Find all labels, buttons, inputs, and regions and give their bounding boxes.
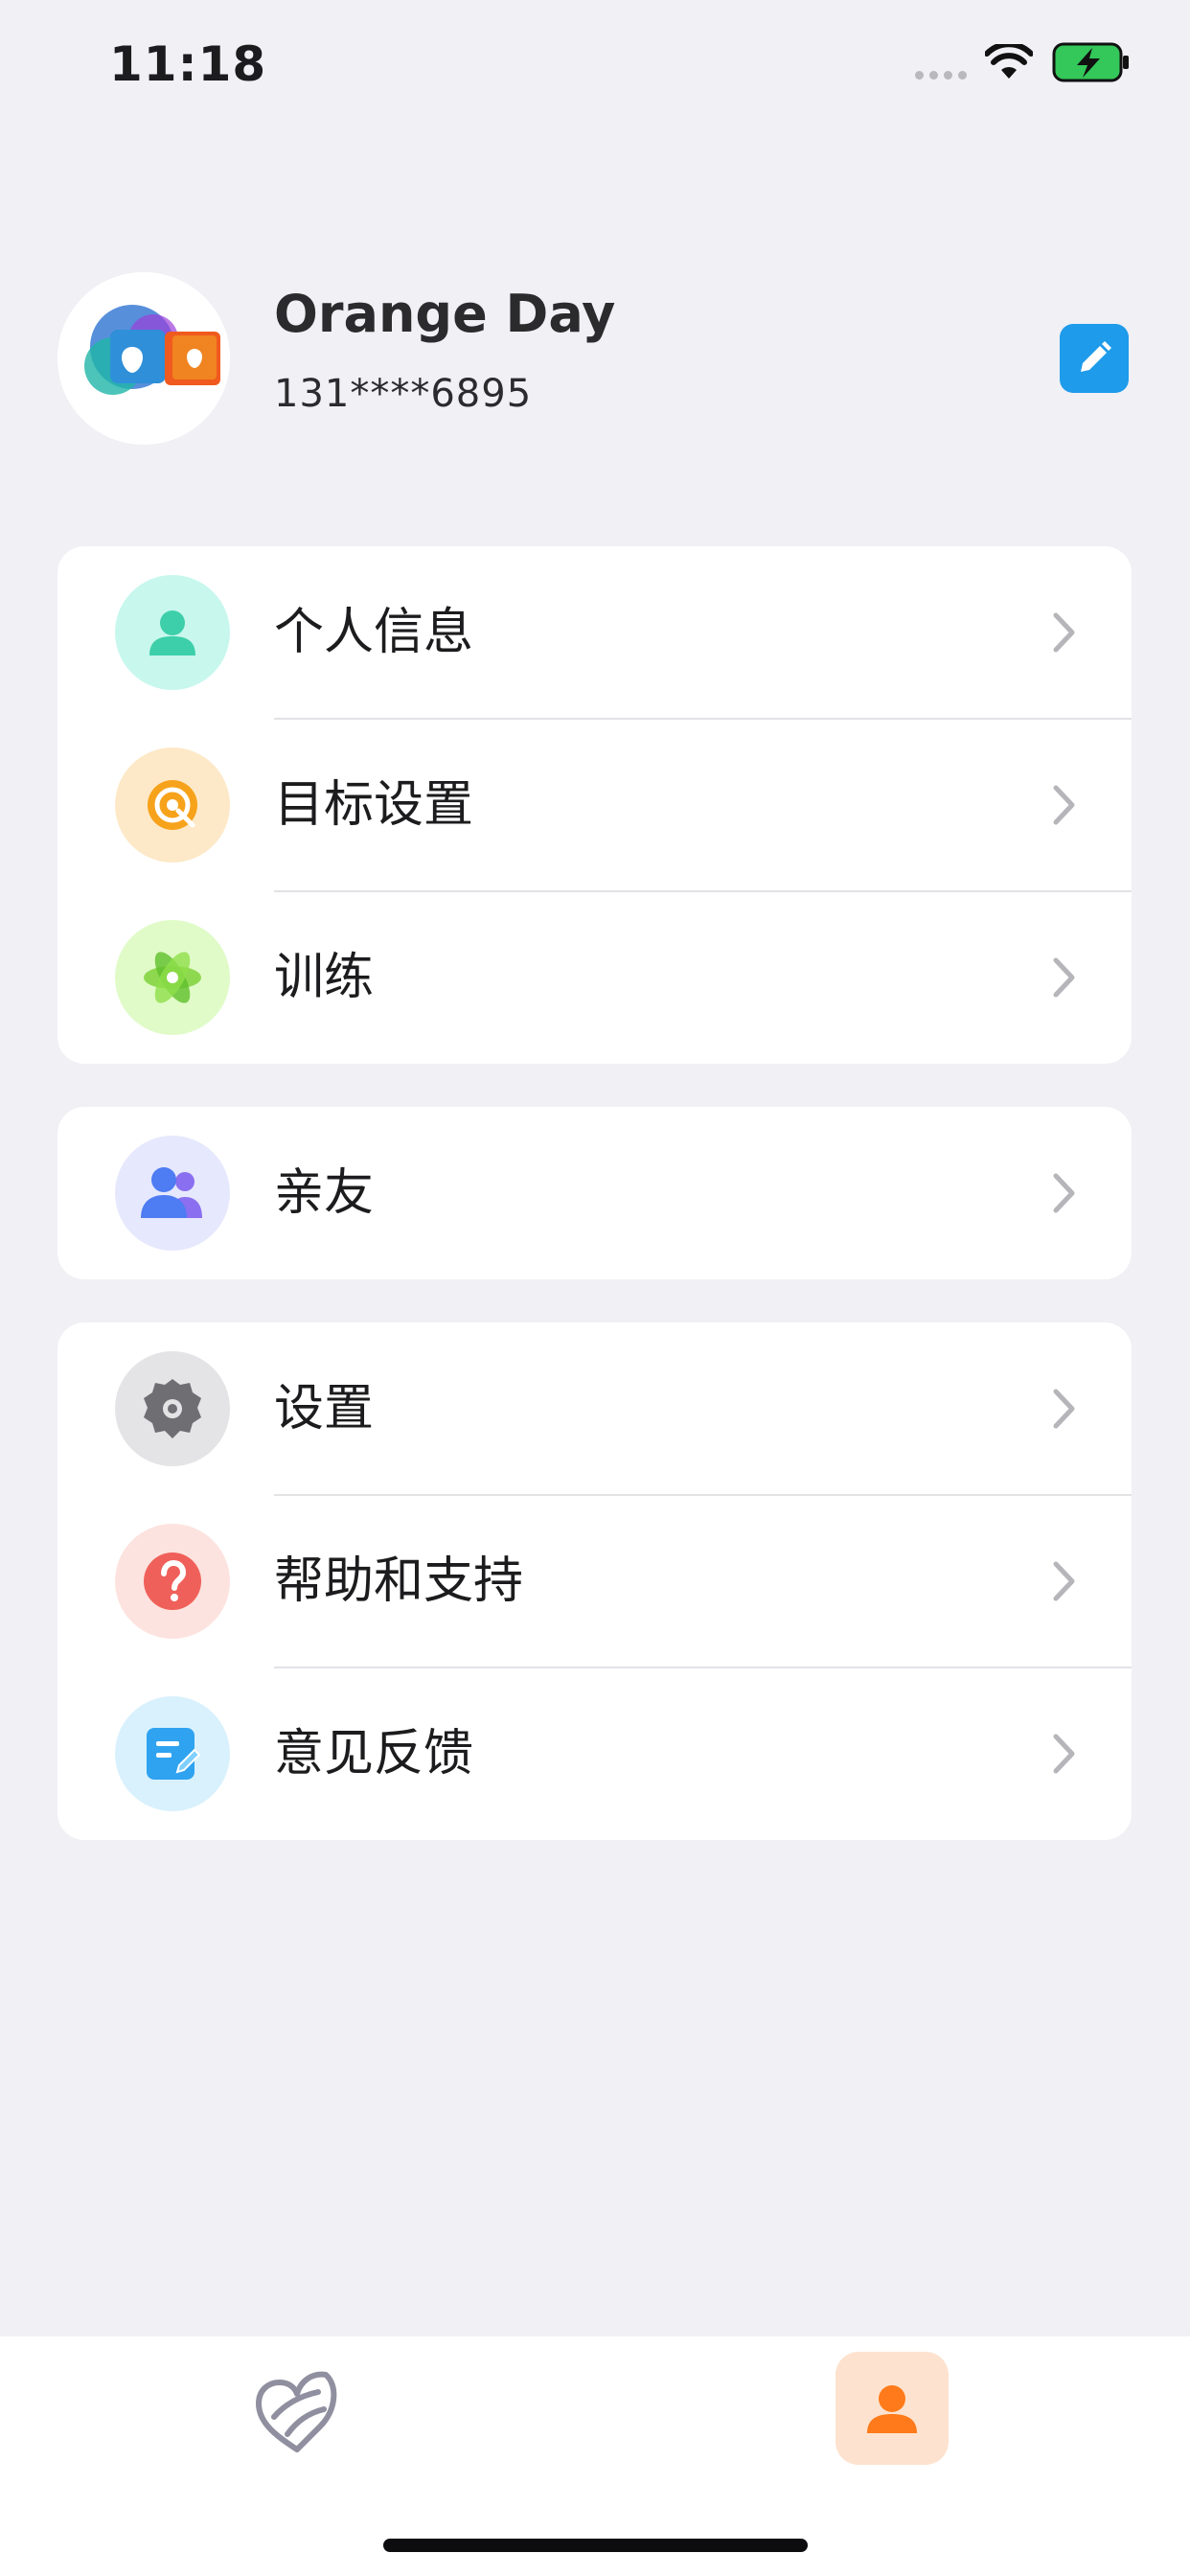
heart-leaf-icon — [256, 2371, 337, 2452]
chevron-right-icon — [1053, 1173, 1075, 1213]
chevron-right-icon — [1053, 1561, 1075, 1601]
person-icon — [115, 575, 230, 690]
menu-group-1: 个人信息 目标设置 训练 — [57, 546, 1132, 1064]
feedback-icon — [115, 1696, 230, 1811]
tab-home[interactable] — [251, 2365, 343, 2457]
chevron-right-icon — [1053, 785, 1075, 825]
menu-item-label: 设置 — [274, 1380, 375, 1438]
cellular-signal-icon — [915, 71, 967, 80]
menu-item-label: 帮助和支持 — [274, 1552, 524, 1610]
menu-item-label: 个人信息 — [274, 604, 474, 661]
avatar[interactable] — [57, 272, 230, 445]
wifi-icon — [985, 44, 1033, 79]
menu-item-settings[interactable]: 设置 — [57, 1322, 1132, 1495]
edit-profile-button[interactable] — [1060, 324, 1129, 393]
avatar-image — [57, 272, 230, 445]
menu-group-2: 亲友 — [57, 1107, 1132, 1279]
status-time: 11:18 — [109, 36, 267, 92]
menu-item-goal-settings[interactable]: 目标设置 — [57, 719, 1132, 891]
person-icon — [867, 2385, 917, 2433]
menu-item-friends-family[interactable]: 亲友 — [57, 1107, 1132, 1279]
menu-group-3: 设置 帮助和支持 意见反馈 — [57, 1322, 1132, 1840]
menu-item-help-support[interactable]: 帮助和支持 — [57, 1495, 1132, 1668]
profile-phone: 131****6895 — [274, 372, 533, 416]
people-icon — [115, 1136, 230, 1251]
chevron-right-icon — [1053, 957, 1075, 998]
tab-me[interactable] — [835, 2352, 949, 2465]
menu-item-label: 意见反馈 — [274, 1725, 474, 1782]
chevron-right-icon — [1053, 1734, 1075, 1774]
profile-name: Orange Day — [274, 284, 616, 344]
home-indicator — [383, 2539, 808, 2552]
question-icon — [115, 1524, 230, 1639]
menu-item-label: 目标设置 — [274, 776, 474, 834]
target-icon — [115, 748, 230, 862]
gear-icon — [115, 1351, 230, 1466]
menu-item-feedback[interactable]: 意见反馈 — [57, 1668, 1132, 1840]
chevron-right-icon — [1053, 1389, 1075, 1429]
menu-item-personal-info[interactable]: 个人信息 — [57, 546, 1132, 719]
menu-item-label: 训练 — [274, 949, 375, 1006]
menu-item-training[interactable]: 训练 — [57, 891, 1132, 1064]
atom-icon — [115, 920, 230, 1035]
pencil-icon — [1081, 341, 1111, 372]
menu-item-label: 亲友 — [274, 1164, 375, 1222]
battery-charging-icon — [1052, 42, 1129, 82]
chevron-right-icon — [1053, 612, 1075, 653]
